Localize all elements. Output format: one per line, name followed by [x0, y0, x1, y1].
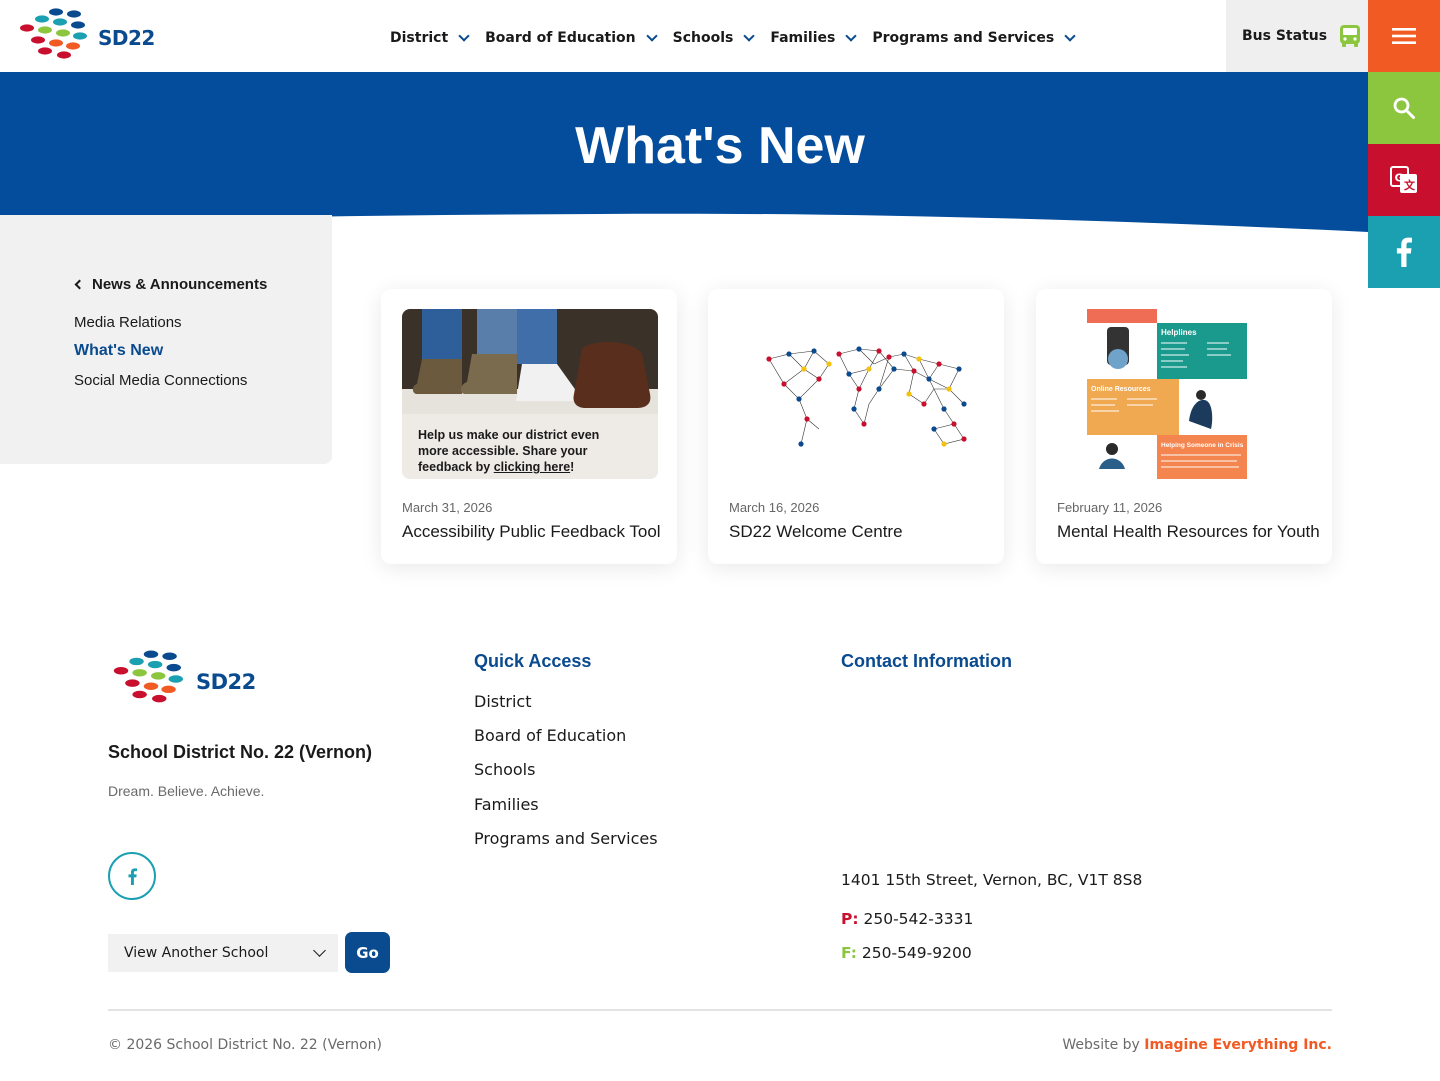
chevron-down-icon	[1064, 30, 1076, 42]
card-title[interactable]: Accessibility Public Feedback Tool	[402, 522, 672, 542]
credit-link[interactable]: Imagine Everything Inc.	[1144, 1037, 1332, 1053]
go-button[interactable]: Go	[345, 932, 390, 973]
sidebar-item-whats-new[interactable]: What's New	[74, 342, 163, 360]
quick-link-programs-and-services[interactable]: Programs and Services	[474, 829, 658, 848]
card-date: March 31, 2026	[402, 500, 493, 515]
chevron-down-icon	[458, 30, 470, 42]
world-network-map	[729, 309, 985, 479]
facebook-icon	[1396, 237, 1412, 267]
nav-label: Schools	[672, 30, 734, 46]
chevron-left-icon	[74, 279, 85, 290]
nav-item-programs-and-services[interactable]: Programs and Services	[872, 28, 1076, 48]
nav-label: Programs and Services	[872, 30, 1055, 46]
contact-fax: F: 250-549-9200	[841, 944, 972, 962]
footer-logo[interactable]: SD22	[108, 648, 256, 710]
footer-logo-fish-mark	[113, 650, 184, 703]
page-title: What's New	[575, 117, 865, 175]
caption-link: clicking here	[493, 460, 571, 474]
nav-item-families[interactable]: Families	[770, 28, 858, 48]
chevron-down-icon	[313, 944, 326, 957]
bus-status-label: Bus Status	[1242, 28, 1328, 44]
card-date: February 11, 2026	[1057, 500, 1163, 515]
nav-label: Board of Education	[485, 30, 636, 46]
search-button[interactable]	[1368, 72, 1440, 144]
infographic-online-label: Online Resources	[1091, 386, 1151, 393]
chevron-down-icon	[743, 30, 756, 42]
footer-logo-text: SD22	[196, 670, 256, 694]
school-select-dropdown[interactable]: View Another School	[108, 934, 338, 972]
nav-item-schools[interactable]: Schools	[672, 28, 756, 48]
card-date: March 16, 2026	[729, 500, 820, 515]
quick-link-schools[interactable]: Schools	[474, 760, 535, 779]
copyright: © 2026 School District No. 22 (Vernon)	[108, 1037, 382, 1053]
caption-text-end: !	[570, 460, 575, 474]
bus-icon	[1340, 25, 1361, 47]
fax-number: 250-549-9200	[861, 944, 972, 962]
news-card[interactable]: March 16, 2026 SD22 Welcome Centre	[708, 289, 1004, 564]
site-header: SD22 District Board of Education Schools…	[0, 0, 1440, 72]
site-credit: Website by Imagine Everything Inc.	[1062, 1037, 1332, 1053]
contact-phone: P: 250-542-3331	[841, 910, 973, 928]
svg-text:文: 文	[1404, 178, 1416, 192]
section-sidebar: News & Announcements Media Relations Wha…	[0, 215, 332, 464]
mental-health-infographic: Helplines Online Resources Helping Someo…	[1057, 309, 1313, 479]
facebook-button[interactable]	[1368, 216, 1440, 288]
tagline: Dream. Believe. Achieve.	[108, 783, 265, 799]
contact-address: 1401 15th Street, Vernon, BC, V1T 8S8	[841, 871, 1143, 889]
svg-text:G: G	[1395, 172, 1404, 185]
infographic-crisis-label: Helping Someone in Crisis	[1161, 442, 1244, 449]
chevron-down-icon	[845, 30, 858, 42]
org-name: School District No. 22 (Vernon)	[108, 742, 373, 762]
news-card[interactable]: Helplines Online Resources Helping Someo…	[1036, 289, 1332, 564]
footer-divider	[108, 1009, 1332, 1011]
logo-fish-mark	[20, 8, 87, 59]
translate-button[interactable]: G 文	[1368, 144, 1440, 216]
card-image-mental-health: Helplines Online Resources Helping Someo…	[1057, 309, 1313, 479]
quick-link-board-of-education[interactable]: Board of Education	[474, 726, 626, 745]
quick-link-families[interactable]: Families	[474, 795, 539, 814]
nav-item-district[interactable]: District	[390, 28, 470, 48]
sidebar-parent-link[interactable]: News & Announcements	[74, 276, 267, 293]
search-icon	[1393, 97, 1415, 119]
card-title[interactable]: Mental Health Resources for Youth	[1057, 522, 1327, 542]
nav-label: District	[390, 30, 449, 46]
fax-prefix: F:	[841, 944, 857, 962]
sidebar-item-social-media-connections[interactable]: Social Media Connections	[74, 372, 247, 389]
chevron-down-icon	[645, 30, 658, 42]
main-nav: District Board of Education Schools Fami…	[390, 28, 1091, 48]
site-logo[interactable]: SD22	[16, 6, 156, 66]
card-image-accessibility: Help us make our district even more acce…	[402, 309, 658, 479]
nav-item-board-of-education[interactable]: Board of Education	[485, 28, 658, 48]
infographic-helplines-label: Helplines	[1161, 328, 1197, 337]
phone-link[interactable]: 250-542-3331	[864, 910, 974, 928]
hero-banner: What's New	[0, 72, 1368, 237]
credit-prefix: Website by	[1062, 1037, 1140, 1053]
quick-link-district[interactable]: District	[474, 692, 531, 711]
menu-icon	[1392, 28, 1416, 44]
facebook-icon	[128, 867, 137, 885]
translate-icon: G 文	[1390, 166, 1417, 193]
logo-text: SD22	[98, 26, 155, 50]
menu-button[interactable]	[1368, 0, 1440, 72]
news-card[interactable]: Help us make our district even more acce…	[381, 289, 677, 564]
nav-label: Families	[770, 30, 836, 46]
bus-status-button[interactable]: Bus Status	[1226, 0, 1368, 72]
sidebar-parent-label: News & Announcements	[92, 276, 268, 293]
contact-heading: Contact Information	[841, 651, 1012, 671]
card-image-welcome-centre	[729, 309, 985, 479]
school-select-value: View Another School	[124, 945, 269, 961]
card-image-caption: Help us make our district even more acce…	[418, 427, 618, 475]
quick-access-heading: Quick Access	[474, 651, 592, 671]
card-title[interactable]: SD22 Welcome Centre	[729, 522, 999, 542]
footer-facebook-link[interactable]	[108, 852, 156, 900]
phone-prefix: P:	[841, 910, 859, 928]
sidebar-item-media-relations[interactable]: Media Relations	[74, 314, 182, 331]
